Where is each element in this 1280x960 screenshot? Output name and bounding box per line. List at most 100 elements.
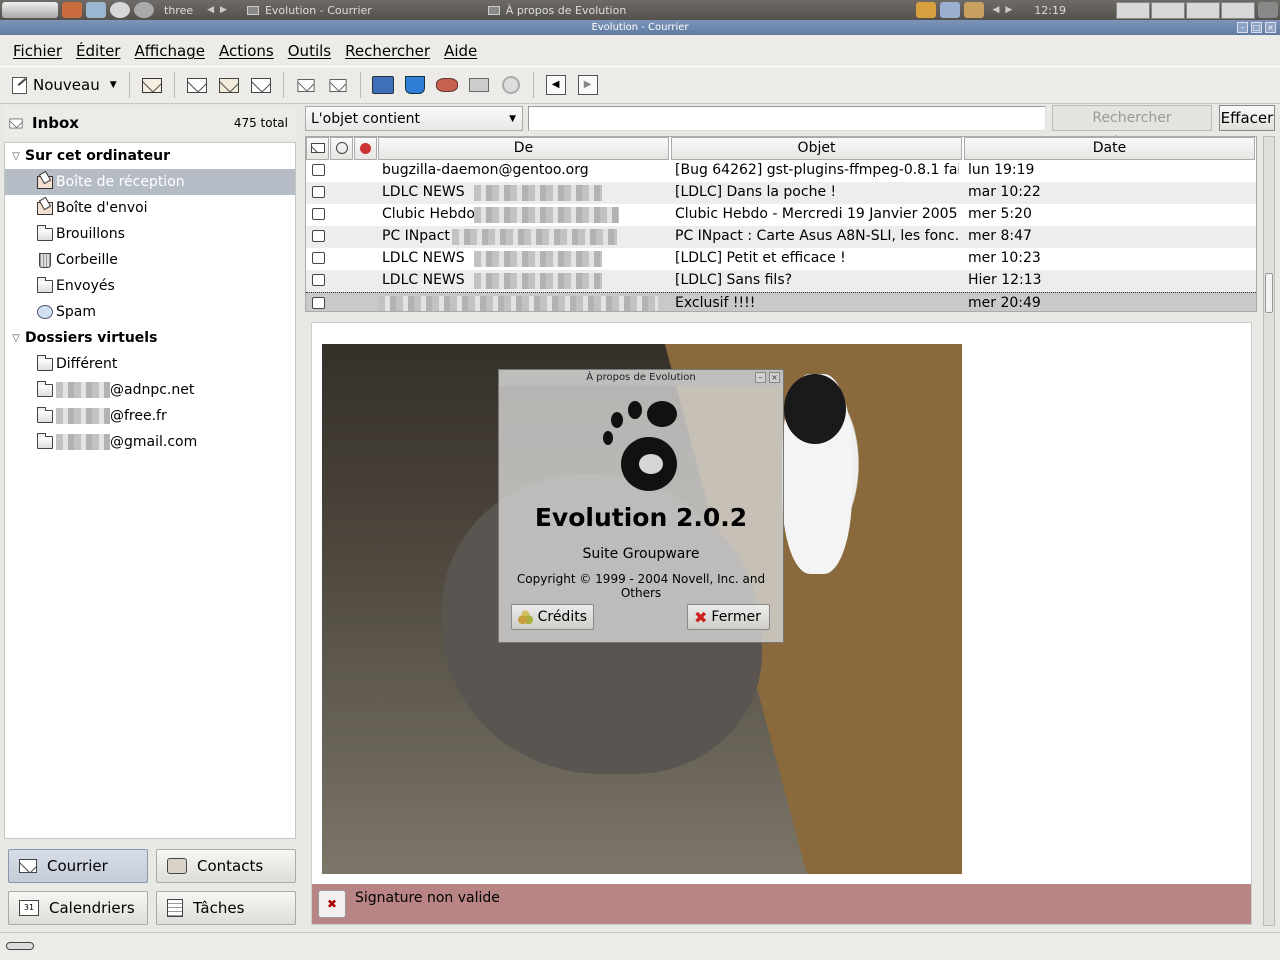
table-row[interactable]: Clubic Hebdo Clubic Hebdo - Mercredi 19 … <box>306 204 1256 226</box>
column-status[interactable] <box>306 137 329 160</box>
redacted-text <box>474 185 602 201</box>
move-button[interactable] <box>290 70 322 100</box>
search-criterion-select[interactable]: L'objet contient ▼ <box>305 106 523 131</box>
search-now-button[interactable]: Rechercher maintenant <box>1052 105 1212 150</box>
table-row[interactable]: LDLC NEWS [LDLC] Sans fils? Hier 12:13 <box>306 270 1256 292</box>
scrollbar-thumb[interactable] <box>1265 273 1273 313</box>
menu-rechercher[interactable]: Rechercher <box>338 42 437 60</box>
close-button[interactable]: ✖ Fermer <box>687 604 770 630</box>
workspace-4[interactable] <box>1221 1 1255 19</box>
show-desktop-icon[interactable] <box>1258 2 1278 18</box>
menu-aide[interactable]: Aide <box>437 42 484 60</box>
message-date: mer 5:20 <box>968 206 1032 222</box>
vfolder-free[interactable]: @free.fr <box>5 403 295 429</box>
folder-inbox[interactable]: Boîte de réception <box>5 169 295 195</box>
reply-button[interactable] <box>181 70 213 100</box>
priority-icon <box>360 142 371 154</box>
column-priority[interactable] <box>354 137 377 160</box>
send-receive-button[interactable] <box>136 70 168 100</box>
close-icon[interactable]: × <box>1265 22 1276 33</box>
launcher-icon[interactable] <box>86 2 106 18</box>
folder-outbox[interactable]: Boîte d'envoi <box>5 195 295 221</box>
stop-button[interactable] <box>495 70 527 100</box>
column-subject[interactable]: Objet <box>671 137 962 160</box>
workspace-3[interactable] <box>1186 1 1220 19</box>
switcher-courrier[interactable]: Courrier <box>8 849 148 883</box>
notification-icon[interactable] <box>964 2 985 18</box>
table-row[interactable]: bugzilla-daemon@gentoo.org [Bug 64262] g… <box>306 160 1256 182</box>
notification-icon[interactable] <box>916 2 937 18</box>
folder-sent[interactable]: Envoyés <box>5 273 295 299</box>
menu-affichage[interactable]: Affichage <box>127 42 211 60</box>
table-row[interactable]: PC INpact PC INpact : Carte Asus A8N-SLI… <box>306 226 1256 248</box>
workspace-1[interactable] <box>1116 1 1150 19</box>
workspace-2[interactable] <box>1151 1 1185 19</box>
previous-button[interactable]: ◀ <box>540 70 572 100</box>
menu-actions[interactable]: Actions <box>212 42 281 60</box>
task-scroll-arrows[interactable]: ◀▶ <box>201 5 239 15</box>
launcher-icon[interactable] <box>110 2 130 18</box>
credits-button[interactable]: Crédits <box>511 604 594 630</box>
switcher-contacts[interactable]: Contacts <box>156 849 296 883</box>
not-junk-button[interactable] <box>463 70 495 100</box>
close-icon[interactable]: × <box>769 372 780 383</box>
online-status-icon[interactable] <box>6 942 34 950</box>
taskbar-item-evolution[interactable]: Evolution - Courrier <box>239 1 380 19</box>
forward-button[interactable] <box>245 70 277 100</box>
next-button[interactable]: ▶ <box>572 70 604 100</box>
switcher-taches[interactable]: Tâches <box>156 891 296 925</box>
volume-arrows[interactable]: ◀▶ <box>986 5 1024 15</box>
taskbar-item-about[interactable]: À propos de Evolution <box>480 1 635 19</box>
invalid-signature-icon[interactable]: ✖ <box>318 890 346 918</box>
gnome-foot-menu-icon[interactable] <box>2 2 58 18</box>
column-from[interactable]: De <box>378 137 669 160</box>
column-attachment[interactable] <box>330 137 353 160</box>
folder-spam[interactable]: Spam <box>5 299 295 325</box>
clear-button[interactable]: Effacer <box>1219 105 1275 131</box>
delete-button[interactable] <box>399 70 431 100</box>
table-row[interactable]: Exclusif !!!! mer 20:49 <box>306 292 1256 311</box>
minimize-icon[interactable]: – <box>755 372 766 383</box>
redacted-text <box>474 251 602 267</box>
new-button-label: Nouveau <box>33 76 100 94</box>
window-title-bar[interactable]: Evolution - Courrier – □ × <box>0 20 1280 35</box>
folder-trash[interactable]: Corbeille <box>5 247 295 273</box>
maximize-icon[interactable]: □ <box>1251 22 1262 33</box>
message-list[interactable]: De Objet Date bugzilla-daemon@gentoo.org… <box>305 136 1257 312</box>
vfolder-adnpc[interactable]: @adnpc.net <box>5 377 295 403</box>
folder-drafts[interactable]: Brouillons <box>5 221 295 247</box>
table-row[interactable]: LDLC NEWS [LDLC] Dans la poche ! mar 10:… <box>306 182 1256 204</box>
folder-icon <box>37 380 53 397</box>
clock[interactable]: 12:19 <box>1024 4 1076 17</box>
print-button[interactable] <box>367 70 399 100</box>
tree-group-virtual[interactable]: ▽ Dossiers virtuels <box>5 325 295 351</box>
vfolder-gmail[interactable]: @gmail.com <box>5 429 295 455</box>
chevron-down-icon[interactable]: ▼ <box>110 80 117 90</box>
junk-button[interactable] <box>431 70 463 100</box>
reply-all-button[interactable] <box>213 70 245 100</box>
table-row[interactable]: LDLC NEWS [LDLC] Petit et efficace ! mer… <box>306 248 1256 270</box>
menu-fichier[interactable]: Fichier <box>6 42 69 60</box>
launcher-icon[interactable] <box>134 2 154 18</box>
copy-button[interactable] <box>322 70 354 100</box>
expander-icon[interactable]: ▽ <box>7 333 25 344</box>
vertical-scrollbar[interactable] <box>1263 136 1275 926</box>
menu-editer[interactable]: Éditer <box>69 42 127 60</box>
switcher-calendriers[interactable]: 31 Calendriers <box>8 891 148 925</box>
message-subject: Clubic Hebdo - Mercredi 19 Janvier 2005 <box>675 206 958 222</box>
column-date[interactable]: Date <box>964 137 1255 160</box>
expander-icon[interactable]: ▽ <box>7 151 25 162</box>
dialog-title-bar[interactable]: À propos de Evolution – × <box>499 370 783 386</box>
new-button[interactable]: Nouveau ▼ <box>6 70 123 100</box>
notification-icon[interactable] <box>940 2 961 18</box>
minimize-icon[interactable]: – <box>1237 22 1248 33</box>
send-receive-icon <box>141 77 162 93</box>
vfolder-different[interactable]: Différent <box>5 351 295 377</box>
folder-label: Boîte de réception <box>56 174 185 190</box>
folder-tree[interactable]: ▽ Sur cet ordinateur Boîte de réception … <box>4 142 296 839</box>
menu-outils[interactable]: Outils <box>281 42 338 60</box>
taskbar-item-three[interactable]: three <box>156 1 201 19</box>
search-input[interactable] <box>528 106 1046 131</box>
web-browser-icon[interactable] <box>62 2 82 18</box>
tree-group-local[interactable]: ▽ Sur cet ordinateur <box>5 143 295 169</box>
